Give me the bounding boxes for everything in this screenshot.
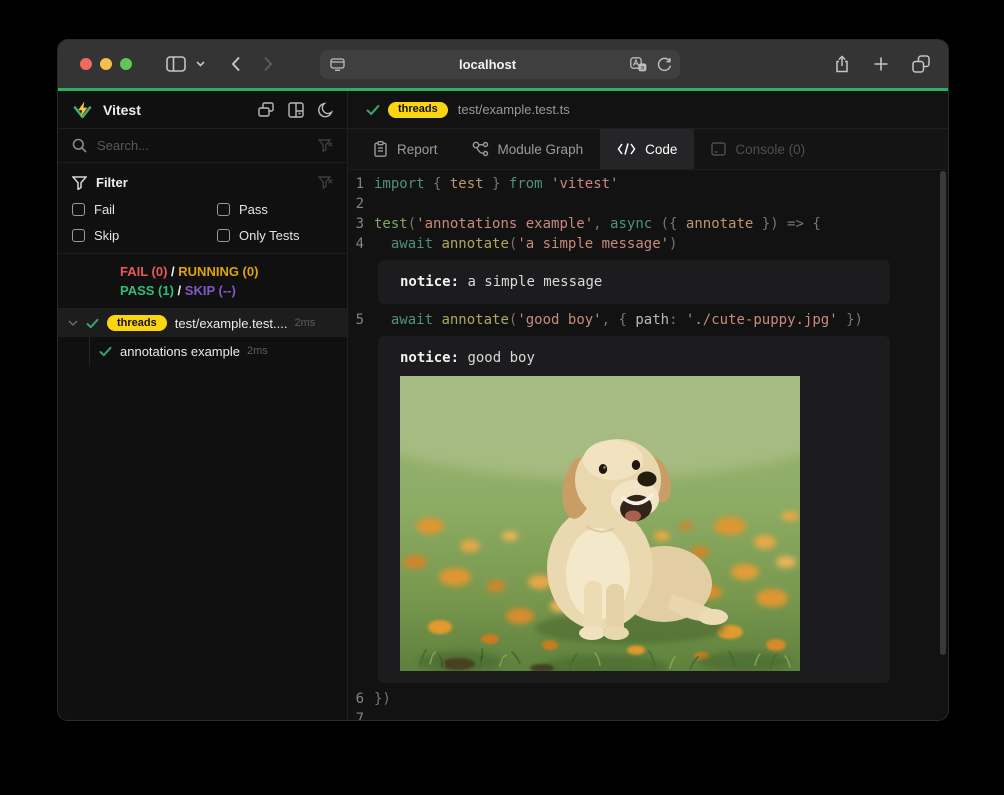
- sidebar-header: Vitest: [58, 91, 347, 129]
- browser-window: localhost a: [58, 40, 948, 720]
- line-number: 2: [348, 194, 374, 214]
- line-number: 1: [348, 174, 374, 194]
- share-icon[interactable]: [834, 55, 850, 73]
- pass-check-icon: [366, 104, 380, 116]
- annotation-notice: notice: good boy: [378, 336, 890, 683]
- test-file-row[interactable]: threads test/example.test.... 2ms: [58, 309, 347, 337]
- back-button[interactable]: [231, 56, 241, 72]
- code-line: 5 await annotate('good boy', { path: './…: [348, 310, 948, 330]
- line-number: 4: [348, 234, 374, 254]
- filter-checkbox-fail[interactable]: Fail: [72, 202, 217, 217]
- annotation-message: a simple message: [467, 274, 602, 290]
- filter-section: Filter Fail Pass: [58, 163, 347, 254]
- browser-toolbar: localhost a: [58, 40, 948, 88]
- code-segment: 6})7: [348, 689, 948, 720]
- pass-count: PASS (1): [120, 283, 174, 298]
- skip-count: SKIP (--): [185, 283, 236, 298]
- code-line: 4 await annotate('a simple message'): [348, 234, 948, 254]
- tab-console[interactable]: Console (0): [694, 129, 822, 169]
- module-graph-icon: [472, 141, 489, 157]
- checkbox[interactable]: [217, 203, 230, 216]
- annotation-message: good boy: [467, 350, 534, 366]
- tab-bar: Report Module Graph: [348, 129, 948, 170]
- code-line: 1import { test } from 'vitest': [348, 174, 948, 194]
- tab-overview-icon[interactable]: [912, 55, 930, 73]
- chevron-down-icon[interactable]: [196, 61, 205, 67]
- sidebar-toggle-icon[interactable]: [166, 56, 186, 72]
- filter-checkbox-skip[interactable]: Skip: [72, 228, 217, 243]
- dark-mode-moon-icon[interactable]: [318, 102, 333, 118]
- filter-title: Filter: [96, 175, 318, 190]
- line-number: 5: [348, 310, 374, 330]
- search-input[interactable]: [97, 138, 318, 153]
- filter-checkbox-pass[interactable]: Pass: [217, 202, 333, 217]
- test-file-name: test/example.test....: [175, 316, 288, 331]
- search-icon: [72, 138, 87, 153]
- filter-checkbox-only-tests[interactable]: Only Tests: [217, 228, 333, 243]
- close-window-button[interactable]: [80, 58, 92, 70]
- reload-icon[interactable]: [657, 57, 672, 72]
- checkbox[interactable]: [72, 229, 85, 242]
- running-count: RUNNING (0): [178, 264, 258, 279]
- line-number: 7: [348, 709, 374, 720]
- console-panel-icon: [711, 142, 726, 156]
- code-line: 3test('annotations example', async ({ an…: [348, 214, 948, 234]
- clear-filter-icon[interactable]: [318, 176, 333, 190]
- page-settings-icon[interactable]: [330, 58, 345, 71]
- sidebar: Vitest: [58, 91, 348, 720]
- checkbox[interactable]: [217, 229, 230, 242]
- windows-stack-icon[interactable]: [258, 102, 274, 118]
- open-file-name: test/example.test.ts: [458, 102, 570, 117]
- pool-badge: threads: [107, 315, 167, 331]
- line-number: 6: [348, 689, 374, 709]
- code-segment: 5 await annotate('good boy', { path: './…: [348, 310, 948, 330]
- annotation-notice: notice: a simple message: [378, 260, 890, 304]
- indent-guide: [68, 337, 90, 365]
- main-panel: threads test/example.test.ts Report: [348, 91, 948, 720]
- annotation-label: notice:: [400, 274, 459, 290]
- new-tab-icon[interactable]: [874, 57, 888, 71]
- code-editor[interactable]: 1import { test } from 'vitest'23test('an…: [348, 170, 948, 720]
- cute-puppy-photo: [400, 376, 868, 671]
- window-controls: [80, 58, 132, 70]
- minimize-window-button[interactable]: [100, 58, 112, 70]
- code-brackets-icon: [617, 142, 636, 156]
- test-duration: 2ms: [294, 317, 315, 329]
- translate-icon[interactable]: a: [630, 57, 647, 72]
- tab-code[interactable]: Code: [600, 129, 694, 169]
- dashboard-icon[interactable]: [288, 102, 304, 118]
- url-text: localhost: [345, 57, 630, 72]
- tab-module-graph[interactable]: Module Graph: [455, 129, 601, 169]
- zoom-window-button[interactable]: [120, 58, 132, 70]
- tab-report[interactable]: Report: [356, 129, 455, 169]
- pass-check-icon: [86, 318, 99, 329]
- test-case-row[interactable]: annotations example 2ms: [58, 337, 347, 365]
- svg-text:a: a: [640, 64, 644, 72]
- test-duration: 2ms: [247, 345, 268, 357]
- code-line: 2: [348, 194, 948, 214]
- search-row: [58, 129, 347, 163]
- checkbox[interactable]: [72, 203, 85, 216]
- pass-check-icon: [99, 346, 112, 357]
- test-summary: FAIL (0) / RUNNING (0) PASS (1) / SKIP (…: [58, 254, 347, 309]
- forward-button[interactable]: [263, 56, 273, 72]
- clear-filter-icon[interactable]: [318, 139, 333, 153]
- code-line: 7: [348, 709, 948, 720]
- test-case-name: annotations example: [120, 344, 240, 359]
- chevron-down-icon[interactable]: [68, 319, 78, 327]
- pool-badge: threads: [388, 102, 448, 118]
- address-bar[interactable]: localhost a: [320, 50, 680, 79]
- code-line: 6}): [348, 689, 948, 709]
- code-segment: 1import { test } from 'vitest'23test('an…: [348, 174, 948, 254]
- app-title: Vitest: [103, 102, 258, 118]
- annotation-label: notice:: [400, 350, 459, 366]
- report-clipboard-icon: [373, 141, 388, 157]
- scrollbar[interactable]: [940, 171, 946, 655]
- vitest-logo-icon: [72, 100, 93, 120]
- line-number: 3: [348, 214, 374, 234]
- file-header: threads test/example.test.ts: [348, 91, 948, 129]
- fail-count: FAIL (0): [120, 264, 167, 279]
- funnel-icon: [72, 176, 87, 190]
